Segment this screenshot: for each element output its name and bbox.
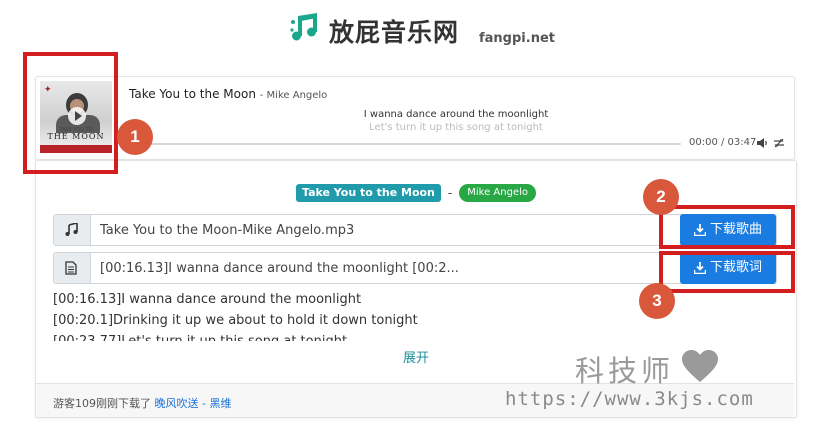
music-note-logo-icon[interactable] bbox=[289, 10, 323, 44]
tag-separator: - bbox=[447, 186, 453, 200]
recent-download-text: 游客109刚刚下载了 晚风吹送 - 黑维 bbox=[53, 395, 231, 411]
recent-song-link[interactable]: 晚风吹送 bbox=[155, 397, 199, 410]
song-tag: Take You to the Moon bbox=[295, 184, 441, 202]
next-lyric: Let's turn it up this song at tonight bbox=[369, 122, 543, 133]
site-name[interactable]: 放屁音乐网 bbox=[329, 13, 459, 49]
current-lyric: I wanna dance around the moonlight bbox=[363, 109, 549, 120]
annotation-badge-3: 3 bbox=[639, 283, 675, 319]
annotation-badge-1: 1 bbox=[117, 119, 153, 155]
volume-icon[interactable] bbox=[757, 138, 769, 148]
player-song-name: Take You to the Moon bbox=[129, 87, 256, 101]
song-tags: Take You to the Moon - Mike Angelo bbox=[36, 184, 796, 202]
music-note-icon bbox=[65, 223, 78, 236]
song-file-name: Take You to the Moon-Mike Angelo.mp3 bbox=[100, 223, 355, 238]
time-readout: 00:00 / 03:47 bbox=[689, 137, 757, 148]
watermark-url: https://www.3kjs.com bbox=[505, 388, 754, 410]
annotation-box-download-song bbox=[659, 205, 795, 249]
footer-prefix: 游客109刚刚下载了 bbox=[53, 397, 155, 410]
footer-separator: - bbox=[198, 397, 210, 410]
annotation-box-cover bbox=[23, 52, 118, 174]
site-domain: fangpi.net bbox=[479, 31, 555, 46]
watermark-text: 科技师 bbox=[575, 354, 675, 388]
artist-tag[interactable]: Mike Angelo bbox=[459, 184, 536, 202]
document-icon bbox=[65, 261, 77, 275]
annotation-box-download-lyrics bbox=[659, 251, 795, 293]
progress-bar[interactable] bbox=[129, 143, 681, 145]
loop-icon[interactable] bbox=[773, 138, 785, 148]
player-song-title: Take You to the Moon - Mike Angelo bbox=[129, 87, 327, 101]
annotation-badge-2: 2 bbox=[643, 179, 679, 215]
recent-artist-link[interactable]: 黑维 bbox=[209, 397, 231, 410]
lyric-file-preview: [00:16.13]I wanna dance around the moonl… bbox=[100, 261, 459, 276]
site-header: 放屁音乐网 fangpi.net bbox=[0, 0, 820, 60]
document-addon bbox=[54, 253, 91, 283]
music-addon bbox=[54, 215, 91, 245]
heart-icon bbox=[682, 350, 718, 382]
lyric-line: [00:23.77]Let's turn it up this song at … bbox=[53, 331, 773, 341]
player-artist: - Mike Angelo bbox=[259, 90, 328, 101]
